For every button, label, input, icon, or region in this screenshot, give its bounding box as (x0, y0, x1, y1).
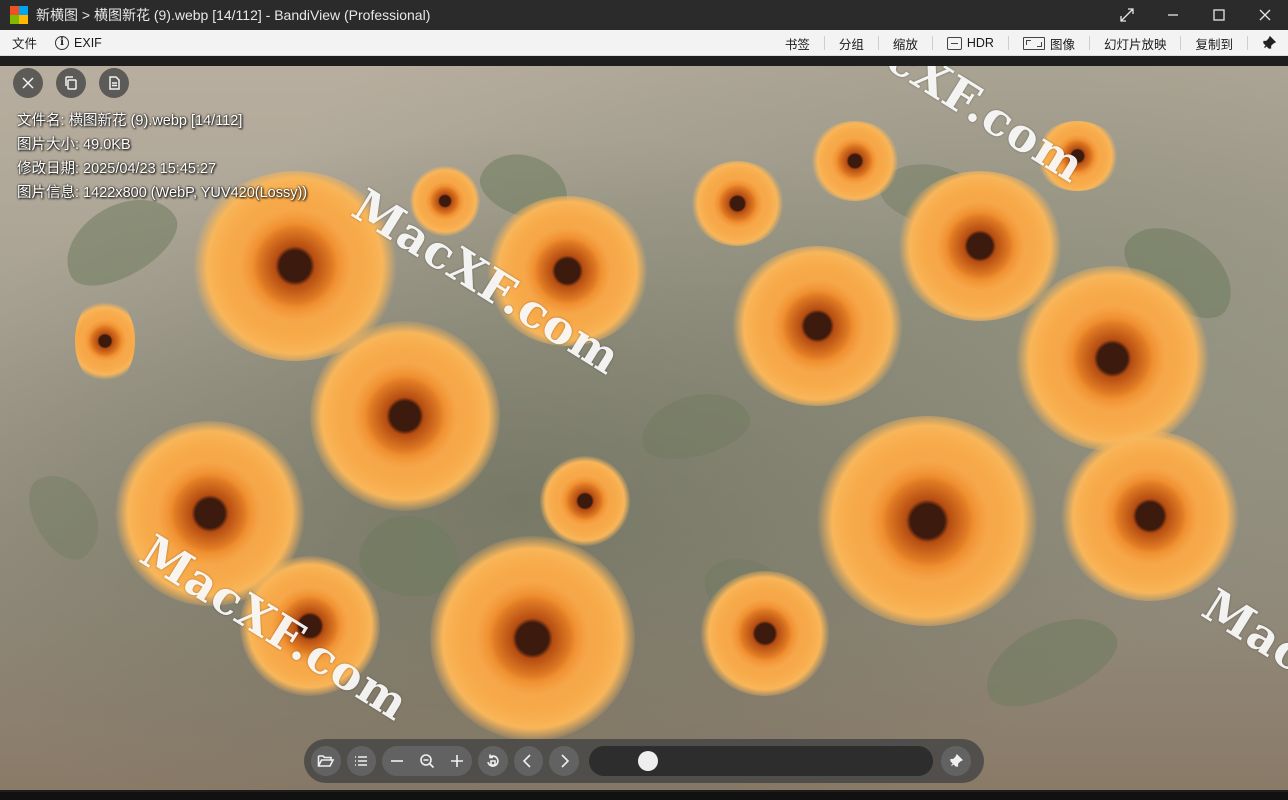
watermark: MacXF.com (1193, 578, 1288, 785)
title-bar: 新横图 > 横图新花 (9).webp [14/112] - BandiView… (0, 0, 1288, 30)
image-viewer[interactable]: MacXF.com MacXF.com MacXF.com MacXF.com … (0, 56, 1288, 792)
info-filename: 文件名: 横图新花 (9).webp [14/112] (17, 113, 243, 129)
maximize-icon (1213, 9, 1225, 21)
close-button[interactable] (1242, 0, 1288, 30)
pin-toolbar-button[interactable] (941, 746, 971, 776)
zoom-in-plus-icon (451, 755, 464, 767)
menu-divider (1088, 36, 1090, 50)
bottom-toolbar (304, 739, 984, 783)
menu-divider (823, 36, 825, 50)
close-overlay-button[interactable] (13, 68, 43, 98)
rotate-button[interactable] (478, 746, 508, 776)
zoom-reset-button[interactable] (412, 746, 442, 776)
overlay-top-tools (13, 68, 129, 98)
rotate-icon (487, 754, 499, 767)
menu-divider (1180, 36, 1182, 50)
zoom-icon (420, 754, 435, 769)
zoom-controls (382, 746, 473, 776)
pin-button[interactable] (1256, 30, 1282, 56)
menu-image[interactable]: 图像 (1017, 30, 1081, 56)
menu-image-label: 图像 (1049, 37, 1075, 52)
next-image-button[interactable] (549, 746, 579, 776)
pin-icon (1263, 36, 1276, 49)
next-icon (561, 754, 570, 768)
menu-bar: 文件 i EXIF 书签 分组 缩放 HDR 图像 幻灯片放映 复制到 (0, 30, 1288, 56)
image-position-slider[interactable] (588, 746, 934, 776)
menu-bookmark[interactable]: 书签 (779, 30, 816, 56)
menu-group[interactable]: 分组 (833, 30, 870, 56)
menu-divider (931, 36, 933, 50)
fullscreen-button[interactable] (1104, 0, 1150, 30)
menu-file[interactable]: 文件 (6, 30, 43, 56)
slider-thumb[interactable] (637, 751, 658, 771)
prev-icon (523, 754, 531, 768)
document-icon (109, 76, 120, 90)
file-info-button[interactable] (99, 68, 129, 98)
menu-group-label: 分组 (838, 37, 864, 52)
list-icon (355, 756, 368, 766)
info-details: 图片信息: 1422x800 (WebP, YUV420(Lossy)) (17, 185, 308, 201)
image-fit-icon (1022, 36, 1045, 50)
zoom-out-minus-icon (391, 760, 404, 762)
menu-slideshow-label: 幻灯片放映 (1103, 37, 1167, 52)
image-info-panel: 文件名: 横图新花 (9).webp [14/112] 图片大小: 49.0KB… (17, 109, 307, 205)
bottom-border (0, 792, 1288, 800)
copy-button[interactable] (56, 68, 86, 98)
copy-icon (65, 76, 77, 90)
minimize-button[interactable] (1150, 0, 1196, 30)
menu-file-label: 文件 (12, 37, 38, 51)
menu-zoom[interactable]: 缩放 (887, 30, 924, 56)
expand-icon (1120, 8, 1134, 22)
watermark-text: MacXF.com (1193, 578, 1288, 786)
window-title: 新横图 > 横图新花 (9).webp [14/112] - BandiView… (36, 7, 431, 23)
maximize-button[interactable] (1196, 0, 1242, 30)
menu-exif[interactable]: i EXIF (49, 30, 108, 56)
info-filesize: 图片大小: 49.0KB (17, 137, 131, 153)
menu-hdr-label: HDR (966, 36, 994, 50)
menu-exif-label: EXIF (74, 35, 102, 50)
pin-icon (950, 754, 964, 767)
info-modified: 修改日期: 2025/04/23 15:45:27 (17, 161, 217, 177)
menu-slideshow[interactable]: 幻灯片放映 (1098, 30, 1173, 56)
menu-copy-to-label: 复制到 (1195, 37, 1233, 52)
menu-copy-to[interactable]: 复制到 (1189, 30, 1239, 56)
menu-divider (1007, 36, 1009, 50)
app-logo-icon (10, 6, 28, 24)
menu-bookmark-label: 书签 (784, 37, 810, 52)
previous-image-button[interactable] (513, 746, 544, 776)
file-list-button[interactable] (346, 746, 377, 776)
zoom-in-button[interactable] (442, 746, 472, 776)
close-icon (22, 77, 34, 89)
menu-zoom-label: 缩放 (892, 37, 918, 52)
info-icon: i (55, 35, 70, 50)
menu-divider (1247, 36, 1248, 50)
minimize-icon (1168, 14, 1178, 16)
open-folder-button[interactable] (311, 746, 341, 776)
menu-hdr[interactable]: HDR (941, 30, 1000, 56)
zoom-out-button[interactable] (382, 746, 412, 776)
folder-icon (317, 755, 335, 767)
hdr-icon (946, 36, 962, 50)
close-icon (1259, 9, 1271, 21)
menu-divider (877, 36, 879, 50)
